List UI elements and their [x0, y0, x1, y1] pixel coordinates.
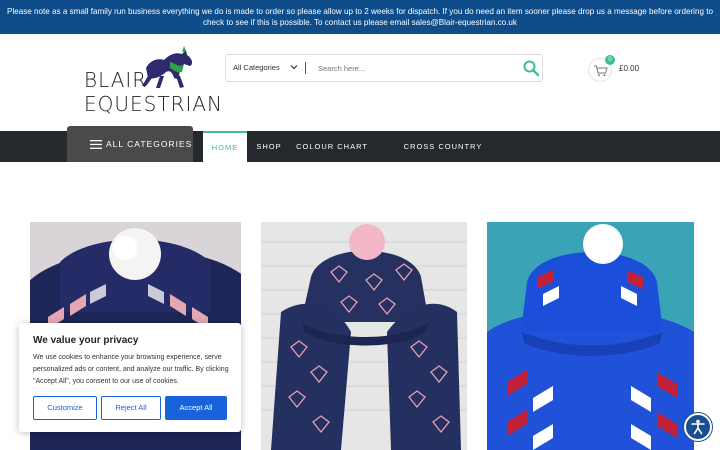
nav-colour-chart[interactable]: COLOUR CHART	[296, 131, 368, 162]
all-categories-label: ALL CATEGORIES	[106, 139, 193, 149]
nav-cross-country-inspiration[interactable]: CROSS COUNTRY INSPIRATION	[378, 131, 508, 182]
cart-total: £0.00	[619, 64, 640, 73]
search-input[interactable]	[318, 55, 513, 81]
product-photo-diamond-hat-cover	[261, 222, 467, 450]
cookie-text: We use cookies to enhance your browsing …	[33, 354, 229, 385]
search-bar: All Categories	[225, 54, 543, 82]
site-logo[interactable]: BLAIR EQUESTRIAN	[84, 46, 222, 118]
logo-text-equestrian: EQUESTRIAN	[84, 92, 224, 116]
menu-icon	[90, 140, 102, 149]
announcement-line-1: Please note as a small family run busine…	[7, 7, 713, 16]
search-icon[interactable]	[522, 59, 540, 77]
all-categories-button[interactable]: ALL CATEGORIES	[67, 126, 193, 162]
announcement-line-2: check to see if this is possible. To con…	[203, 18, 517, 27]
accessibility-icon	[691, 419, 705, 435]
cart-widget[interactable]: 0 £0.00	[588, 55, 648, 82]
product-image-2[interactable]	[261, 222, 467, 450]
search-divider	[305, 62, 306, 74]
cart-count-badge: 0	[605, 55, 615, 65]
reject-all-button[interactable]: Reject All	[101, 396, 161, 420]
cookie-consent-banner: We value your privacy We use cookies to …	[19, 323, 241, 432]
nav-shop[interactable]: SHOP	[252, 131, 286, 162]
accept-all-button[interactable]: Accept All	[165, 396, 227, 420]
horse-logo-icon	[142, 46, 193, 88]
customize-button[interactable]: Customize	[33, 396, 97, 420]
cart-icon	[594, 65, 608, 77]
product-photo-chevron-hat-cover	[487, 222, 694, 450]
announcement-bar: Please note as a small family run busine…	[0, 0, 720, 34]
product-image-3[interactable]	[487, 222, 694, 450]
site-header: BLAIR EQUESTRIAN All Categories 0 £0.00	[0, 34, 720, 131]
nav-home[interactable]: HOME	[203, 131, 247, 162]
chevron-down-icon	[290, 65, 298, 70]
accessibility-button[interactable]	[684, 413, 712, 441]
cookie-title: We value your privacy	[33, 335, 139, 346]
logo-text-blair: BLAIR	[84, 68, 148, 92]
